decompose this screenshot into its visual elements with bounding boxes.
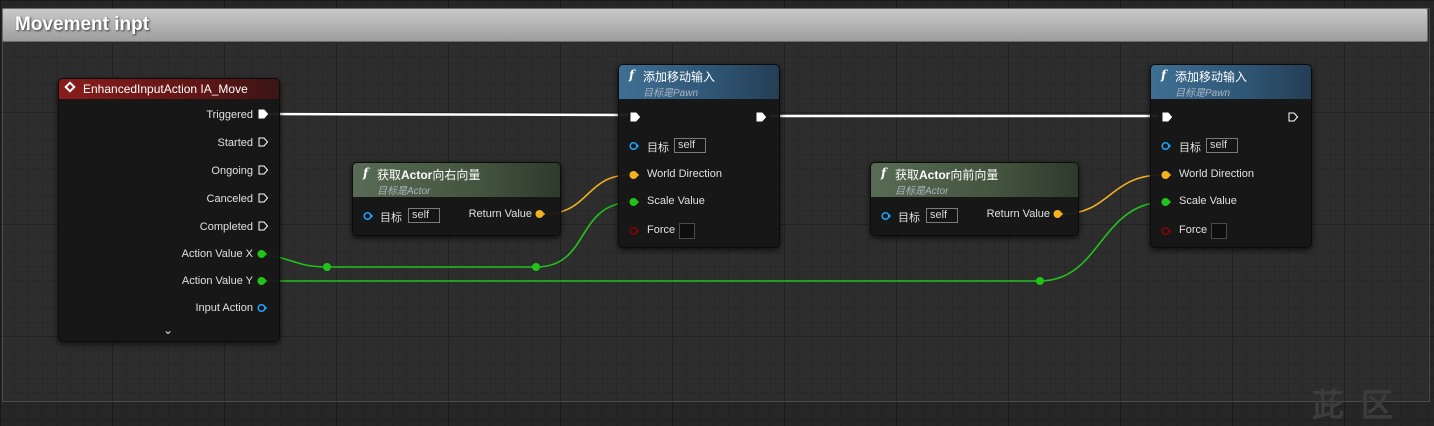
object-pin[interactable]: [881, 211, 891, 221]
reroute-point: [323, 263, 331, 271]
reroute-point: [1036, 277, 1044, 285]
node-header: f 添加移动输入 目标是Pawn: [619, 65, 779, 99]
target-label: 目标: [647, 142, 669, 154]
scale-value-label: Scale Value: [647, 195, 705, 207]
target-self-input[interactable]: self: [674, 138, 706, 153]
function-icon: f: [881, 166, 887, 180]
get-actor-forward-vector-node[interactable]: f 获取Actor向前向量 目标是Actor 目标 self Return Va…: [870, 162, 1079, 236]
world-direction-label: World Direction: [647, 168, 722, 180]
get-actor-right-vector-node[interactable]: f 获取Actor向右向量 目标是Actor 目标 self Return Va…: [352, 162, 561, 236]
node-title: 添加移动输入: [643, 70, 716, 84]
add-movement-input-node[interactable]: f 添加移动输入 目标是Pawn 目标 self World Direction…: [1150, 64, 1312, 248]
force-label: Force: [1179, 224, 1208, 236]
exec-pin[interactable]: [258, 221, 268, 231]
reroute-point: [532, 263, 540, 271]
pin-label-triggered: Triggered: [206, 109, 253, 121]
force-checkbox[interactable]: [679, 223, 695, 239]
vector-pin[interactable]: [1161, 170, 1171, 180]
pin-label-ongoing: Ongoing: [211, 165, 253, 177]
watermark: 茈 区: [1312, 387, 1397, 423]
target-self-input[interactable]: self: [408, 208, 440, 223]
world-direction-label: World Direction: [1179, 168, 1254, 180]
pin-label-started: Started: [217, 137, 253, 149]
scale-value-label: Scale Value: [1179, 195, 1237, 207]
exec-pin-filled[interactable]: [258, 109, 268, 119]
node-header: EnhancedInputAction IA_Move: [59, 79, 279, 99]
object-pin[interactable]: [363, 211, 373, 221]
exec-pin[interactable]: [1288, 112, 1298, 122]
node-subtitle: 目标是Pawn: [643, 88, 699, 99]
pin-label-action-value-x: Action Value X: [181, 248, 253, 260]
pin-label-action-value-y: Action Value Y: [181, 275, 253, 287]
force-checkbox[interactable]: [1211, 223, 1227, 239]
exec-wire-1: [267, 112, 629, 117]
exec-pin[interactable]: [258, 137, 268, 147]
bool-pin[interactable]: [629, 226, 639, 236]
target-self-input[interactable]: self: [1206, 138, 1238, 153]
object-pin[interactable]: [629, 141, 639, 151]
force-label: Force: [647, 224, 676, 236]
node-header: f 添加移动输入 目标是Pawn: [1151, 65, 1311, 99]
return-value-label: Return Value: [986, 208, 1050, 220]
float-pin[interactable]: [1161, 197, 1171, 207]
float-pin[interactable]: [257, 249, 267, 259]
exec-pin[interactable]: [258, 165, 268, 175]
node-title: EnhancedInputAction IA_Move: [83, 82, 248, 96]
target-label: 目标: [898, 212, 920, 224]
node-title: 获取Actor向前向量: [895, 168, 999, 182]
node-subtitle: 目标是Pawn: [1175, 88, 1231, 99]
node-title: 获取Actor向右向量: [377, 168, 481, 182]
node-header: f 获取Actor向右向量 目标是Actor: [353, 163, 560, 197]
object-pin[interactable]: [1161, 141, 1171, 151]
node-title: 添加移动输入: [1175, 70, 1248, 84]
exec-pin-filled[interactable]: [630, 112, 640, 122]
target-label: 目标: [380, 212, 402, 224]
object-pin[interactable]: [257, 303, 267, 313]
pin-label-completed: Completed: [199, 221, 253, 233]
function-icon: f: [1161, 68, 1167, 82]
pin-label-input-action: Input Action: [195, 302, 254, 314]
add-movement-input-node[interactable]: f 添加移动输入 目标是Pawn 目标 self World Direction…: [618, 64, 780, 248]
vector-pin[interactable]: [629, 170, 639, 180]
target-label: 目标: [1179, 142, 1201, 154]
float-pin[interactable]: [257, 276, 267, 286]
event-icon: [64, 81, 76, 93]
return-value-label: Return Value: [468, 208, 532, 220]
node-subtitle: 目标是Actor: [377, 186, 431, 197]
target-self-input[interactable]: self: [926, 208, 958, 223]
bool-pin[interactable]: [1161, 226, 1171, 236]
node-header: f 获取Actor向前向量 目标是Actor: [871, 163, 1078, 197]
exec-pin[interactable]: [258, 193, 268, 203]
float-pin[interactable]: [629, 197, 639, 207]
exec-pin-filled[interactable]: [756, 112, 766, 122]
vector-pin[interactable]: [1053, 209, 1063, 219]
function-icon: f: [363, 166, 369, 180]
enhanced-input-action-node[interactable]: EnhancedInputAction IA_Move Triggered St…: [58, 78, 280, 342]
function-icon: f: [629, 68, 635, 82]
vector-pin[interactable]: [535, 209, 545, 219]
node-subtitle: 目标是Actor: [895, 186, 949, 197]
pin-label-canceled: Canceled: [206, 193, 253, 205]
chevron-down-icon[interactable]: ⌄: [163, 323, 173, 337]
exec-pin-filled[interactable]: [1162, 112, 1172, 122]
